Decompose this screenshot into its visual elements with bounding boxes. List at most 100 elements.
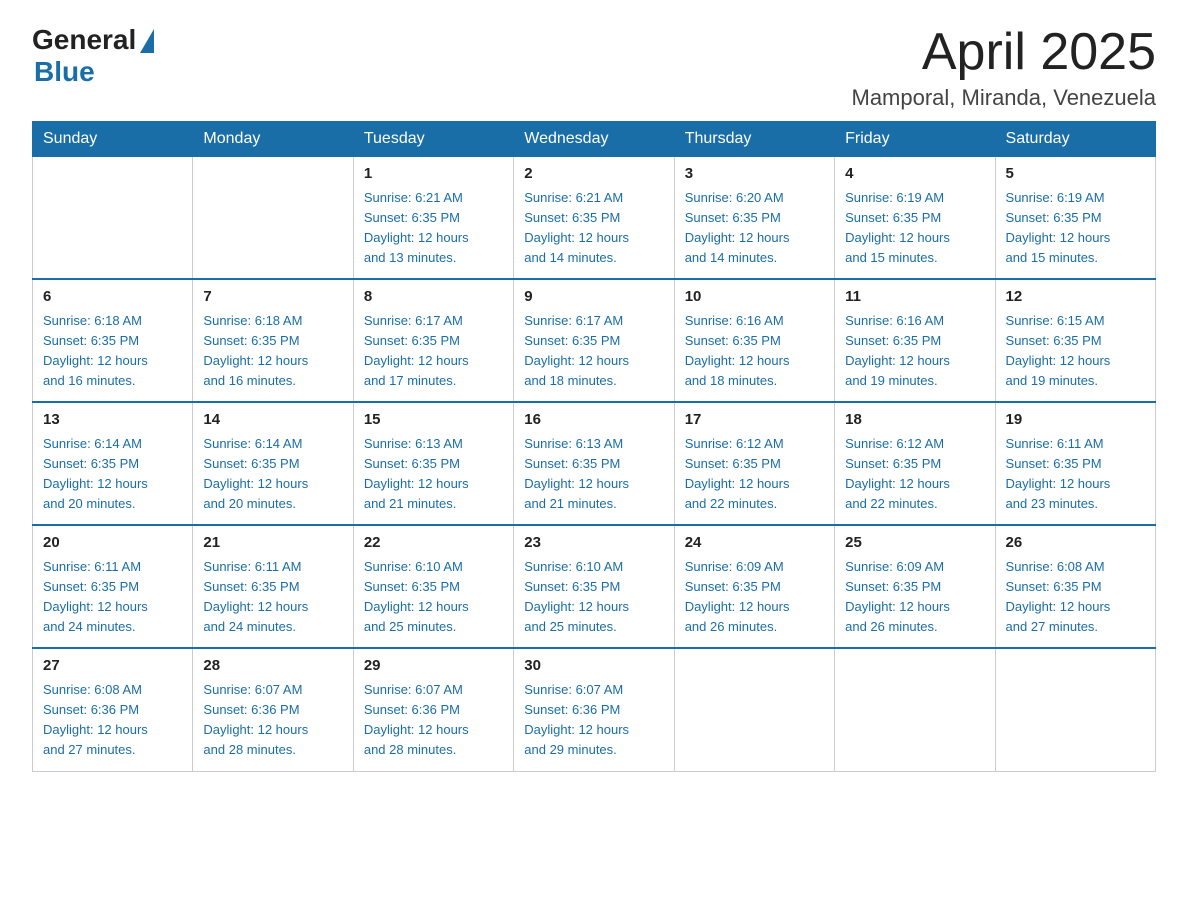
day-info: Sunrise: 6:10 AMSunset: 6:35 PMDaylight:… (364, 557, 503, 638)
day-number: 5 (1006, 163, 1145, 186)
calendar-cell: 6Sunrise: 6:18 AMSunset: 6:35 PMDaylight… (33, 279, 193, 402)
calendar-week-row-1: 1Sunrise: 6:21 AMSunset: 6:35 PMDaylight… (33, 157, 1156, 280)
day-number: 6 (43, 286, 182, 309)
day-info: Sunrise: 6:13 AMSunset: 6:35 PMDaylight:… (364, 434, 503, 515)
calendar-week-row-2: 6Sunrise: 6:18 AMSunset: 6:35 PMDaylight… (33, 279, 1156, 402)
day-info: Sunrise: 6:21 AMSunset: 6:35 PMDaylight:… (364, 188, 503, 269)
day-info: Sunrise: 6:14 AMSunset: 6:35 PMDaylight:… (203, 434, 342, 515)
calendar-cell: 20Sunrise: 6:11 AMSunset: 6:35 PMDayligh… (33, 525, 193, 648)
calendar-cell: 3Sunrise: 6:20 AMSunset: 6:35 PMDaylight… (674, 157, 834, 280)
day-number: 2 (524, 163, 663, 186)
day-info: Sunrise: 6:07 AMSunset: 6:36 PMDaylight:… (524, 680, 663, 761)
day-info: Sunrise: 6:07 AMSunset: 6:36 PMDaylight:… (364, 680, 503, 761)
day-number: 13 (43, 409, 182, 432)
day-number: 1 (364, 163, 503, 186)
calendar-cell: 26Sunrise: 6:08 AMSunset: 6:35 PMDayligh… (995, 525, 1155, 648)
calendar-cell: 7Sunrise: 6:18 AMSunset: 6:35 PMDaylight… (193, 279, 353, 402)
day-info: Sunrise: 6:09 AMSunset: 6:35 PMDaylight:… (685, 557, 824, 638)
day-number: 8 (364, 286, 503, 309)
day-info: Sunrise: 6:21 AMSunset: 6:35 PMDaylight:… (524, 188, 663, 269)
calendar-cell (835, 648, 995, 771)
logo: General Blue (32, 24, 154, 88)
calendar-week-row-3: 13 Sunrise: 6:14 AMSunset: 6:35 PMDayligh… (33, 402, 1156, 525)
day-info: Sunrise: 6:08 AMSunset: 6:35 PMDaylight:… (1006, 557, 1145, 638)
title-block: April 2025 Mamporal, Miranda, Venezuela (852, 24, 1157, 111)
calendar-cell: 25Sunrise: 6:09 AMSunset: 6:35 PMDayligh… (835, 525, 995, 648)
day-info: Sunrise: 6:15 AMSunset: 6:35 PMDaylight:… (1006, 311, 1145, 392)
day-info: Sunrise: 6:19 AMSunset: 6:35 PMDaylight:… (1006, 188, 1145, 269)
calendar-header-monday: Monday (193, 122, 353, 157)
day-info: Sunrise: 6:08 AMSunset: 6:36 PMDaylight:… (43, 680, 182, 761)
calendar-week-row-4: 20Sunrise: 6:11 AMSunset: 6:35 PMDayligh… (33, 525, 1156, 648)
logo-triangle-icon (140, 29, 154, 53)
logo-blue-text: Blue (34, 56, 95, 88)
calendar-cell: 29Sunrise: 6:07 AMSunset: 6:36 PMDayligh… (353, 648, 513, 771)
calendar-header-tuesday: Tuesday (353, 122, 513, 157)
calendar-table: SundayMondayTuesdayWednesdayThursdayFrid… (32, 121, 1156, 771)
day-number: 22 (364, 532, 503, 555)
day-number: 21 (203, 532, 342, 555)
day-number: 16 (524, 409, 663, 432)
day-number: 11 (845, 286, 984, 309)
day-number: 4 (845, 163, 984, 186)
calendar-cell: 30Sunrise: 6:07 AMSunset: 6:36 PMDayligh… (514, 648, 674, 771)
calendar-cell: 21Sunrise: 6:11 AMSunset: 6:35 PMDayligh… (193, 525, 353, 648)
day-info: Sunrise: 6:18 AMSunset: 6:35 PMDaylight:… (203, 311, 342, 392)
calendar-cell: 19Sunrise: 6:11 AMSunset: 6:35 PMDayligh… (995, 402, 1155, 525)
day-number: 30 (524, 655, 663, 678)
day-info: Sunrise: 6:13 AMSunset: 6:35 PMDaylight:… (524, 434, 663, 515)
calendar-cell: 5Sunrise: 6:19 AMSunset: 6:35 PMDaylight… (995, 157, 1155, 280)
logo-general-text: General (32, 24, 136, 56)
calendar-cell: 22Sunrise: 6:10 AMSunset: 6:35 PMDayligh… (353, 525, 513, 648)
day-number: 15 (364, 409, 503, 432)
calendar-cell: 24Sunrise: 6:09 AMSunset: 6:35 PMDayligh… (674, 525, 834, 648)
day-number: 27 (43, 655, 182, 678)
calendar-header-sunday: Sunday (33, 122, 193, 157)
day-number: 26 (1006, 532, 1145, 555)
calendar-cell: 2Sunrise: 6:21 AMSunset: 6:35 PMDaylight… (514, 157, 674, 280)
day-info: Sunrise: 6:11 AMSunset: 6:35 PMDaylight:… (203, 557, 342, 638)
calendar-week-row-5: 27Sunrise: 6:08 AMSunset: 6:36 PMDayligh… (33, 648, 1156, 771)
day-number: 23 (524, 532, 663, 555)
day-info: Sunrise: 6:17 AMSunset: 6:35 PMDaylight:… (524, 311, 663, 392)
calendar-cell: 13Sunrise: 6:14 AMSunset: 6:35 PMDayligh… (33, 402, 193, 525)
day-info: Sunrise: 6:16 AMSunset: 6:35 PMDaylight:… (685, 311, 824, 392)
day-info: Sunrise: 6:18 AMSunset: 6:35 PMDaylight:… (43, 311, 182, 392)
day-number: 24 (685, 532, 824, 555)
day-number: 3 (685, 163, 824, 186)
day-info: Sunrise: 6:11 AMSunset: 6:35 PMDaylight:… (1006, 434, 1145, 515)
calendar-cell: 16Sunrise: 6:13 AMSunset: 6:35 PMDayligh… (514, 402, 674, 525)
day-number: 14 (203, 409, 342, 432)
day-number: 7 (203, 286, 342, 309)
calendar-cell: 1Sunrise: 6:21 AMSunset: 6:35 PMDaylight… (353, 157, 513, 280)
calendar-cell: 17Sunrise: 6:12 AMSunset: 6:35 PMDayligh… (674, 402, 834, 525)
day-number: 19 (1006, 409, 1145, 432)
calendar-cell: 14Sunrise: 6:14 AMSunset: 6:35 PMDayligh… (193, 402, 353, 525)
calendar-cell: 9Sunrise: 6:17 AMSunset: 6:35 PMDaylight… (514, 279, 674, 402)
day-info: Sunrise: 6:11 AMSunset: 6:35 PMDaylight:… (43, 557, 182, 638)
calendar-header-friday: Friday (835, 122, 995, 157)
day-number: 18 (845, 409, 984, 432)
day-number: 25 (845, 532, 984, 555)
calendar-cell: 8Sunrise: 6:17 AMSunset: 6:35 PMDaylight… (353, 279, 513, 402)
calendar-cell: 4Sunrise: 6:19 AMSunset: 6:35 PMDaylight… (835, 157, 995, 280)
calendar-cell: 18Sunrise: 6:12 AMSunset: 6:35 PMDayligh… (835, 402, 995, 525)
day-number: 29 (364, 655, 503, 678)
day-info: Sunrise: 6:10 AMSunset: 6:35 PMDaylight:… (524, 557, 663, 638)
day-number: 12 (1006, 286, 1145, 309)
day-number: 9 (524, 286, 663, 309)
calendar-cell: 23Sunrise: 6:10 AMSunset: 6:35 PMDayligh… (514, 525, 674, 648)
day-info: Sunrise: 6:09 AMSunset: 6:35 PMDaylight:… (845, 557, 984, 638)
day-info: Sunrise: 6:19 AMSunset: 6:35 PMDaylight:… (845, 188, 984, 269)
day-number: 10 (685, 286, 824, 309)
calendar-cell (674, 648, 834, 771)
day-info: Sunrise: 6:17 AMSunset: 6:35 PMDaylight:… (364, 311, 503, 392)
day-info: Sunrise: 6:16 AMSunset: 6:35 PMDaylight:… (845, 311, 984, 392)
calendar-cell: 28Sunrise: 6:07 AMSunset: 6:36 PMDayligh… (193, 648, 353, 771)
location-title: Mamporal, Miranda, Venezuela (852, 85, 1157, 111)
day-info: Sunrise: 6:07 AMSunset: 6:36 PMDaylight:… (203, 680, 342, 761)
calendar-cell (33, 157, 193, 280)
calendar-cell: 27Sunrise: 6:08 AMSunset: 6:36 PMDayligh… (33, 648, 193, 771)
day-number: 17 (685, 409, 824, 432)
day-number: 28 (203, 655, 342, 678)
